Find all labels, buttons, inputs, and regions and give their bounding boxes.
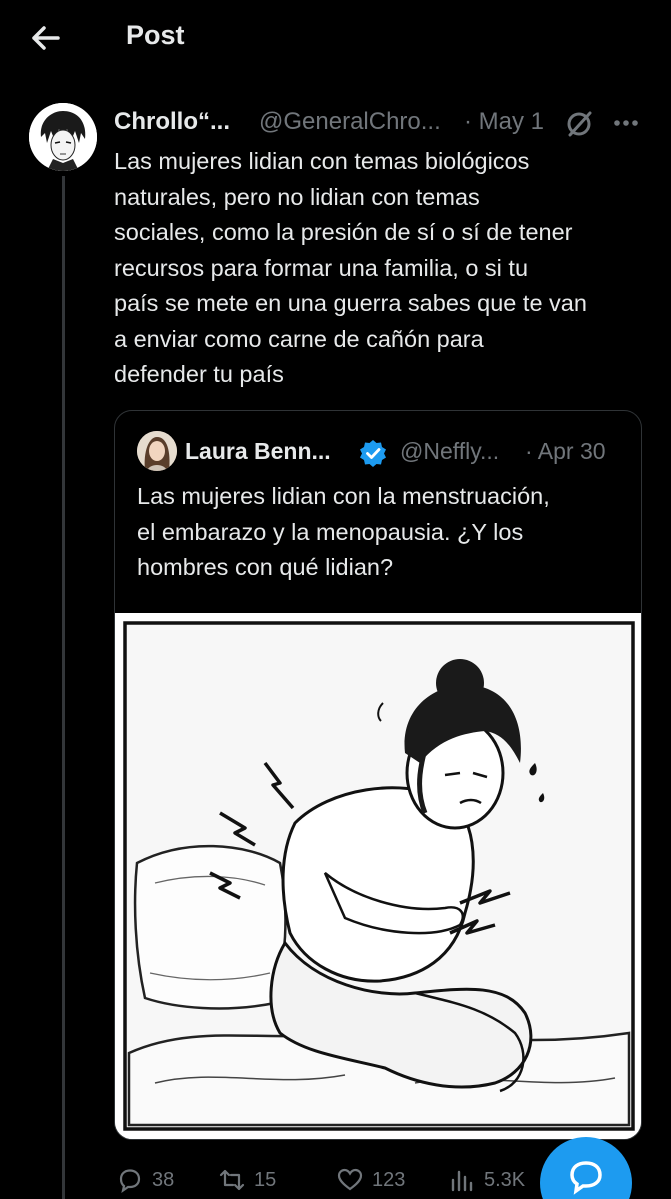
author-avatar[interactable]: [29, 103, 97, 171]
quoted-post-image[interactable]: [115, 613, 641, 1139]
views-button[interactable]: 5.3K: [448, 1160, 525, 1199]
compose-reply-button[interactable]: [540, 1137, 632, 1199]
repost-count: 15: [254, 1168, 277, 1191]
quoted-post[interactable]: Laura Benn... @Neffly... · Apr 30 Las mu…: [114, 410, 642, 1140]
profile-photo-image: [137, 431, 177, 471]
page-title: Post: [126, 20, 185, 50]
like-count: 123: [372, 1168, 406, 1191]
arrow-left-icon: [32, 26, 60, 50]
reply-icon: [119, 1169, 141, 1194]
views-count: 5.3K: [484, 1168, 526, 1191]
like-button[interactable]: 123: [336, 1160, 405, 1199]
quoted-post-date[interactable]: · Apr 30: [525, 438, 606, 465]
post-header: Chrollo“... @GeneralChro... · May 1: [114, 106, 654, 140]
illustration-woman-cramps: [115, 613, 641, 1139]
repost-button[interactable]: 15: [218, 1160, 276, 1199]
author-handle[interactable]: @GeneralChro...: [259, 108, 441, 136]
heart-icon: [337, 1168, 363, 1191]
verified-badge-icon: [358, 438, 388, 468]
thread-line: [62, 176, 65, 1199]
back-button[interactable]: [28, 22, 64, 54]
quoted-post-text: Las mujeres lidian con la menstruación, …: [137, 483, 550, 580]
quoted-author-handle[interactable]: @Neffly...: [400, 438, 499, 465]
reply-button[interactable]: 38: [116, 1160, 174, 1199]
quoted-author-avatar[interactable]: [137, 431, 177, 471]
author-name[interactable]: Chrollo“...: [114, 108, 230, 136]
post-text: Las mujeres lidian con temas biológicos …: [114, 148, 587, 387]
grok-icon[interactable]: [564, 109, 594, 139]
reply-count: 38: [152, 1168, 175, 1191]
analytics-icon: [451, 1170, 473, 1192]
compose-reply-icon: [570, 1161, 602, 1195]
more-horizontal-icon[interactable]: [610, 108, 642, 138]
quoted-author-name[interactable]: Laura Benn...: [185, 438, 331, 465]
anime-portrait-image: [29, 103, 97, 171]
top-bar: Post: [0, 0, 671, 76]
post-date[interactable]: · May 1: [464, 108, 544, 136]
repost-icon: [219, 1169, 245, 1191]
